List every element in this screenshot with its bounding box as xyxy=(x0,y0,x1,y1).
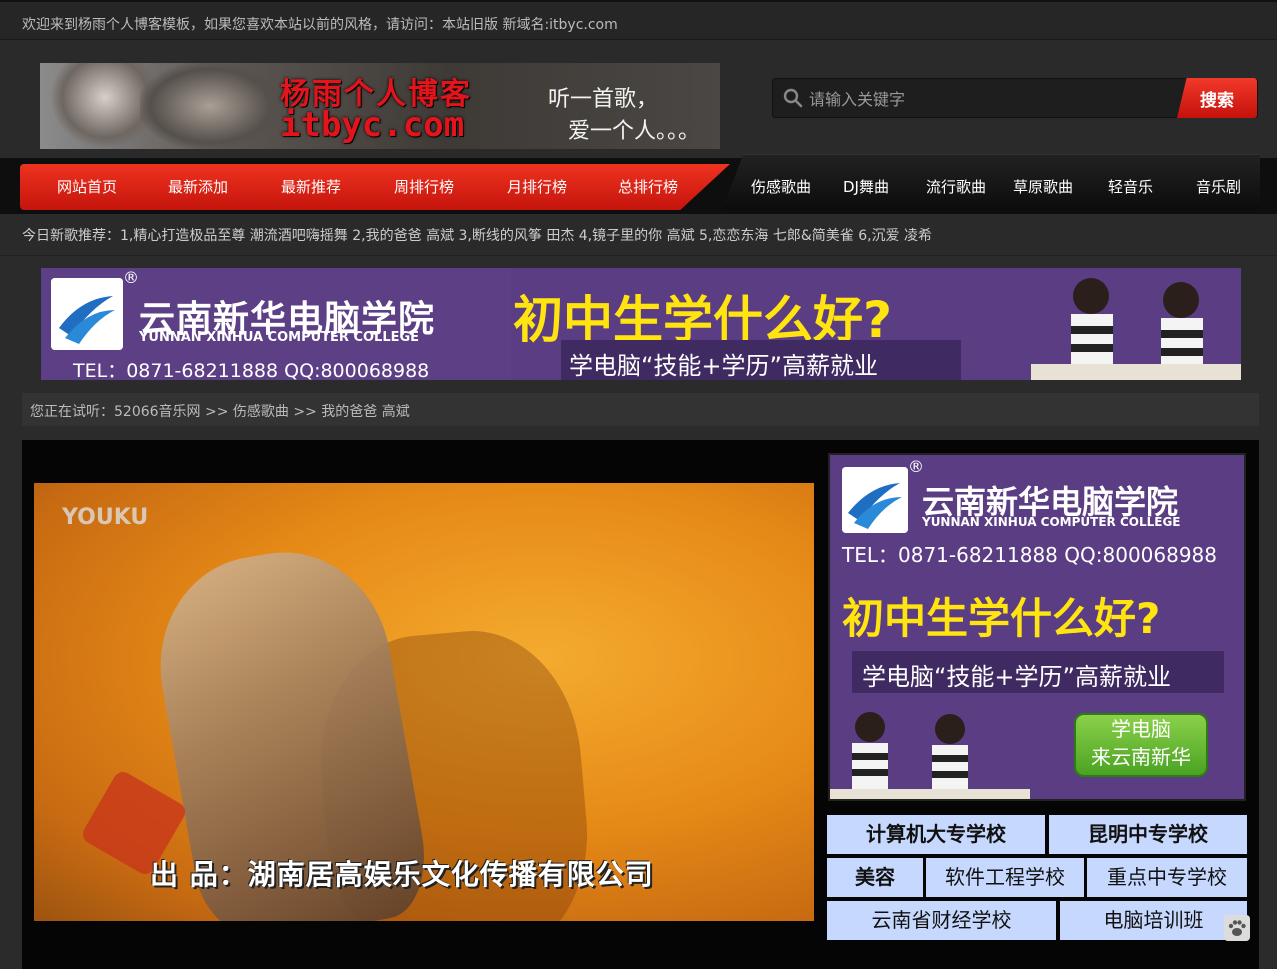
side-ad-contact: TEL：0871-68211888 QQ:800068988 xyxy=(842,543,1218,567)
side-ad-headline: 初中生学什么好? xyxy=(842,594,1161,643)
link-software-school[interactable]: 软件工程学校 xyxy=(926,858,1084,897)
video-player[interactable]: YOUKU 出 品：湖南居高娱乐文化传播有限公司 xyxy=(34,483,814,921)
nav-item-light-music[interactable]: 轻音乐 xyxy=(1108,176,1153,197)
nav-item-pop-songs[interactable]: 流行歌曲 xyxy=(926,176,986,197)
nav-item-home[interactable]: 网站首页 xyxy=(57,176,117,197)
link-kunming-vocational[interactable]: 昆明中专学校 xyxy=(1049,815,1247,854)
nav-item-total-rank[interactable]: 总排行榜 xyxy=(618,176,678,197)
logo-slogan-line2: 爱一个人。。。 xyxy=(568,119,701,144)
header: 杨雨个人博客 itbyc.com 听一首歌， 爱一个人。。。 搜索 xyxy=(0,40,1277,158)
new-songs-ticker: 今日新歌推荐：1,精心打造极品至尊 潮流酒吧嗨摇舞 2,我的爸爸 高斌 3,断线… xyxy=(0,214,1277,256)
logo-title-en: itbyc.com xyxy=(280,105,465,145)
banner-contact: TEL：0871-68211888 QQ:800068988 xyxy=(73,360,430,380)
link-beauty[interactable]: 美容 xyxy=(827,858,923,897)
side-ad-cta-badge[interactable]: 学电脑 来云南新华 xyxy=(1074,713,1208,777)
link-key-vocational[interactable]: 重点中专学校 xyxy=(1087,858,1247,897)
welcome-message: 欢迎来到杨雨个人博客模板，如果您喜欢本站以前的风格，请访问：本站旧版 新域名:i… xyxy=(22,17,618,33)
link-yunnan-finance[interactable]: 云南省财经学校 xyxy=(827,901,1056,940)
school-logo-icon xyxy=(51,278,123,350)
side-ad-subline-box: 学电脑“技能+学历”高薪就业 xyxy=(852,651,1224,693)
registered-mark: ® xyxy=(908,457,924,476)
students-illustration-icon xyxy=(830,712,1030,799)
nav-item-latest-recommended[interactable]: 最新推荐 xyxy=(281,176,341,197)
logo-slogan-line1: 听一首歌， xyxy=(548,87,659,112)
breadcrumb-text[interactable]: 您正在试听：52066音乐网 >> 伤感歌曲 >> 我的爸爸 高斌 xyxy=(30,401,410,421)
video-caption: 出 品：湖南居高娱乐文化传播有限公司 xyxy=(150,858,654,891)
nav-item-grassland-songs[interactable]: 草原歌曲 xyxy=(1013,176,1073,197)
school-logo-icon xyxy=(842,467,908,533)
nav-item-latest-added[interactable]: 最新添加 xyxy=(168,176,228,197)
breadcrumb: 您正在试听：52066音乐网 >> 伤感歌曲 >> 我的爸爸 高斌 xyxy=(22,393,1259,426)
banner-subline: 学电脑“技能+学历”高薪就业 xyxy=(569,352,878,380)
cta-line2: 来云南新华 xyxy=(1091,745,1191,769)
students-illustration-icon xyxy=(1031,278,1241,380)
paw-icon[interactable] xyxy=(1224,915,1250,941)
side-ad[interactable]: ® 云南新华电脑学院 YUNNAN XINHUA COMPUTER COLLEG… xyxy=(828,453,1246,801)
side-ad-subline: 学电脑“技能+学历”高薪就业 xyxy=(862,663,1171,691)
nav-item-weekly-rank[interactable]: 周排行榜 xyxy=(394,176,454,197)
search-input[interactable] xyxy=(809,85,1169,113)
search-icon xyxy=(783,88,803,108)
banner-school-name-en: YUNNAN XINHUA COMPUTER COLLEGE xyxy=(139,330,420,345)
nav-item-monthly-rank[interactable]: 月排行榜 xyxy=(507,176,567,197)
nav-item-musical[interactable]: 音乐剧 xyxy=(1196,176,1241,197)
site-logo[interactable]: 杨雨个人博客 itbyc.com 听一首歌， 爱一个人。。。 xyxy=(40,63,720,149)
main-nav: 网站首页 最新添加 最新推荐 周排行榜 月排行榜 总排行榜 伤感歌曲 DJ舞曲 … xyxy=(0,154,1277,214)
link-computer-college[interactable]: 计算机大专学校 xyxy=(827,815,1045,854)
logo-figure-right xyxy=(140,63,280,149)
nav-item-sad-songs[interactable]: 伤感歌曲 xyxy=(751,176,811,197)
side-ad-school-name-en: YUNNAN XINHUA COMPUTER COLLEGE xyxy=(922,515,1181,529)
registered-mark: ® xyxy=(123,268,139,287)
link-computer-training[interactable]: 电脑培训班 xyxy=(1060,901,1247,940)
video-watermark: YOUKU xyxy=(62,505,149,530)
top-bar: 欢迎来到杨雨个人博客模板，如果您喜欢本站以前的风格，请访问：本站旧版 新域名:i… xyxy=(0,0,1277,40)
nav-item-dj-dance[interactable]: DJ舞曲 xyxy=(843,176,889,197)
top-banner-ad[interactable]: ® 云南新华电脑学院 YUNNAN XINHUA COMPUTER COLLEG… xyxy=(41,268,1241,380)
search-box: 搜索 xyxy=(772,78,1258,118)
search-button[interactable]: 搜索 xyxy=(1177,78,1257,118)
banner-subline-box: 学电脑“技能+学历”高薪就业 xyxy=(561,340,961,380)
ticker-text[interactable]: 今日新歌推荐：1,精心打造极品至尊 潮流酒吧嗨摇舞 2,我的爸爸 高斌 3,断线… xyxy=(22,225,932,245)
cta-line1: 学电脑 xyxy=(1111,717,1171,741)
